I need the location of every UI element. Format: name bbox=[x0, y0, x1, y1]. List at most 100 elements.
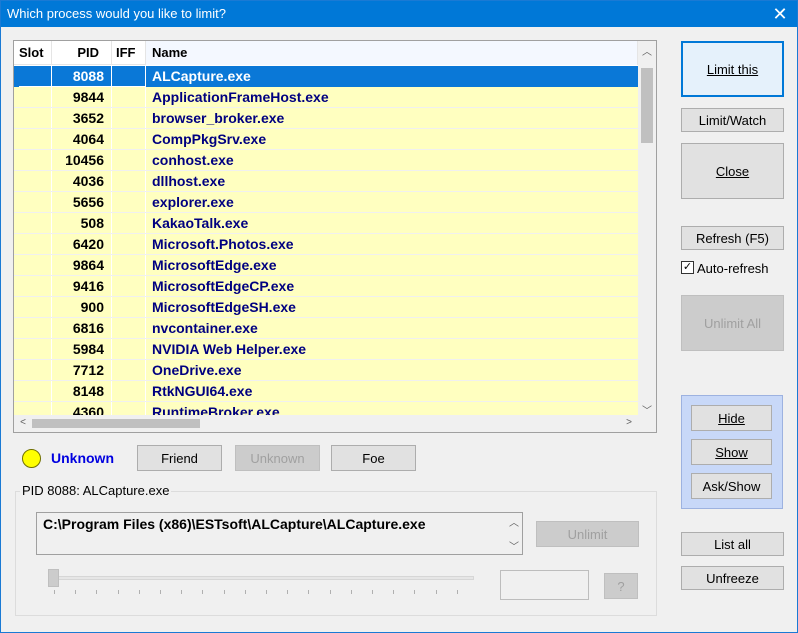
process-path-field[interactable]: C:\Program Files (x86)\ESTsoft\ALCapture… bbox=[36, 512, 523, 555]
slider-tick bbox=[435, 590, 437, 594]
table-row[interactable]: 5984 NVIDIA Web Helper.exe bbox=[14, 339, 638, 360]
status-label: Unknown bbox=[51, 450, 114, 466]
table-row[interactable]: 8088 ALCapture.exe bbox=[14, 66, 638, 87]
table-row[interactable]: 5656 explorer.exe bbox=[14, 192, 638, 213]
vertical-scrollbar[interactable]: ︿ ﹀ bbox=[638, 41, 656, 419]
slider-tick bbox=[393, 590, 395, 594]
limit-value-field[interactable] bbox=[500, 570, 589, 600]
table-row[interactable]: 6420 Microsoft.Photos.exe bbox=[14, 234, 638, 255]
foe-label: Foe bbox=[362, 450, 385, 466]
unfreeze-button[interactable]: Unfreeze bbox=[681, 566, 784, 590]
refresh-button[interactable]: Refresh (F5) bbox=[681, 226, 784, 250]
name-cell: RtkNGUI64.exe bbox=[152, 383, 253, 399]
iff-cell bbox=[112, 213, 146, 234]
name-cell: browser_broker.exe bbox=[152, 110, 285, 126]
table-row[interactable]: 9844 ApplicationFrameHost.exe bbox=[14, 87, 638, 108]
unknown-button[interactable]: Unknown bbox=[235, 445, 320, 471]
table-row[interactable]: 9416 MicrosoftEdgeCP.exe bbox=[14, 276, 638, 297]
slider-tick bbox=[160, 590, 161, 594]
unfreeze-label: Unfreeze bbox=[706, 570, 759, 586]
process-list[interactable]: Slot PID IFF Name 8088 ALCapture.exe 9844 A… bbox=[13, 40, 657, 433]
ask-show-label: Ask/Show bbox=[702, 478, 761, 494]
iff-cell bbox=[112, 87, 146, 108]
path-scrollbar[interactable]: ︿ ﹀ bbox=[505, 513, 522, 554]
slider-tick bbox=[54, 590, 55, 594]
path-scroll-down-icon[interactable]: ﹀ bbox=[505, 538, 523, 553]
slider-tick bbox=[414, 590, 416, 594]
limit-watch-button[interactable]: Limit/Watch bbox=[681, 108, 784, 132]
pid-cell: 3652 bbox=[52, 108, 112, 129]
auto-refresh-label[interactable]: Auto-refresh bbox=[697, 261, 769, 276]
iff-cell bbox=[112, 192, 146, 213]
title-bar: Which process would you like to limit? ✕ bbox=[1, 1, 797, 27]
horizontal-scroll-thumb[interactable] bbox=[32, 419, 200, 428]
slider-tick bbox=[96, 590, 98, 594]
table-row[interactable]: 10456 conhost.exe bbox=[14, 150, 638, 171]
close-icon[interactable]: ✕ bbox=[763, 1, 797, 27]
auto-refresh-checkbox[interactable]: ✓ bbox=[681, 261, 694, 274]
table-row[interactable]: 508 KakaoTalk.exe bbox=[14, 213, 638, 234]
column-header-iff[interactable]: IFF bbox=[112, 41, 146, 65]
unknown-label: Unknown bbox=[250, 450, 305, 466]
pid-cell: 10456 bbox=[52, 150, 112, 171]
friend-button[interactable]: Friend bbox=[137, 445, 222, 471]
table-row[interactable]: 4064 CompPkgSrv.exe bbox=[14, 129, 638, 150]
help-button[interactable]: ? bbox=[604, 573, 638, 599]
limit-slider-track[interactable] bbox=[50, 576, 474, 580]
unlimit-all-label: Unlimit All bbox=[703, 315, 762, 331]
slot-cell bbox=[19, 234, 52, 255]
table-row[interactable]: 4036 dllhost.exe bbox=[14, 171, 638, 192]
show-button[interactable]: Show bbox=[691, 439, 772, 465]
column-header-pid[interactable]: PID bbox=[52, 41, 112, 65]
unlimit-all-button[interactable]: Unlimit All bbox=[681, 295, 784, 351]
slot-cell bbox=[19, 171, 52, 192]
iff-cell bbox=[112, 381, 146, 402]
process-path-text: C:\Program Files (x86)\ESTsoft\ALCapture… bbox=[43, 516, 426, 532]
pid-cell: 4036 bbox=[52, 171, 112, 192]
help-label: ? bbox=[617, 578, 625, 594]
unlimit-button[interactable]: Unlimit bbox=[536, 521, 639, 547]
iff-cell bbox=[112, 360, 146, 381]
slider-tick bbox=[223, 590, 225, 594]
pid-cell: 9844 bbox=[52, 87, 112, 108]
show-label: Show bbox=[715, 444, 748, 460]
pid-cell: 8088 bbox=[52, 66, 112, 87]
table-row[interactable]: 9864 MicrosoftEdge.exe bbox=[14, 255, 638, 276]
limit-this-button[interactable]: Limit this bbox=[681, 41, 784, 97]
slider-tick bbox=[75, 590, 77, 594]
limit-slider-thumb[interactable] bbox=[48, 569, 59, 587]
name-cell: CompPkgSrv.exe bbox=[152, 131, 267, 147]
scroll-corner bbox=[638, 415, 656, 432]
unlimit-label: Unlimit bbox=[567, 526, 608, 542]
friend-label: Friend bbox=[161, 450, 198, 466]
table-row[interactable]: 900 MicrosoftEdgeSH.exe bbox=[14, 297, 638, 318]
vertical-scroll-thumb[interactable] bbox=[641, 68, 653, 143]
table-row[interactable]: 7712 OneDrive.exe bbox=[14, 360, 638, 381]
path-scroll-up-icon[interactable]: ︿ bbox=[505, 514, 523, 529]
scroll-up-icon[interactable]: ︿ bbox=[638, 43, 656, 58]
slot-cell bbox=[19, 192, 52, 213]
name-cell: ApplicationFrameHost.exe bbox=[152, 89, 329, 105]
scroll-right-icon[interactable]: > bbox=[620, 417, 638, 428]
name-cell: MicrosoftEdge.exe bbox=[152, 257, 277, 273]
hide-button[interactable]: Hide bbox=[691, 405, 772, 431]
name-cell: MicrosoftEdgeCP.exe bbox=[152, 278, 295, 294]
scroll-left-icon[interactable]: < bbox=[14, 417, 32, 428]
foe-button[interactable]: Foe bbox=[331, 445, 416, 471]
column-header-name[interactable]: Name bbox=[146, 41, 638, 65]
close-button[interactable]: Close bbox=[681, 143, 784, 199]
name-cell: NVIDIA Web Helper.exe bbox=[152, 341, 307, 357]
iff-cell bbox=[112, 318, 146, 339]
horizontal-scrollbar[interactable]: < > bbox=[14, 415, 638, 432]
process-detail-label: PID 8088: ALCapture.exe bbox=[20, 483, 172, 498]
limit-this-label: Limit this bbox=[706, 61, 759, 77]
table-row[interactable]: 8148 RtkNGUI64.exe bbox=[14, 381, 638, 402]
name-cell: explorer.exe bbox=[152, 194, 234, 210]
column-header-slot[interactable]: Slot bbox=[19, 41, 52, 65]
ask-show-button[interactable]: Ask/Show bbox=[691, 473, 772, 499]
name-cell: ALCapture.exe bbox=[152, 68, 251, 84]
list-all-label: List all bbox=[714, 536, 751, 552]
list-all-button[interactable]: List all bbox=[681, 532, 784, 556]
table-row[interactable]: 3652 browser_broker.exe bbox=[14, 108, 638, 129]
table-row[interactable]: 6816 nvcontainer.exe bbox=[14, 318, 638, 339]
